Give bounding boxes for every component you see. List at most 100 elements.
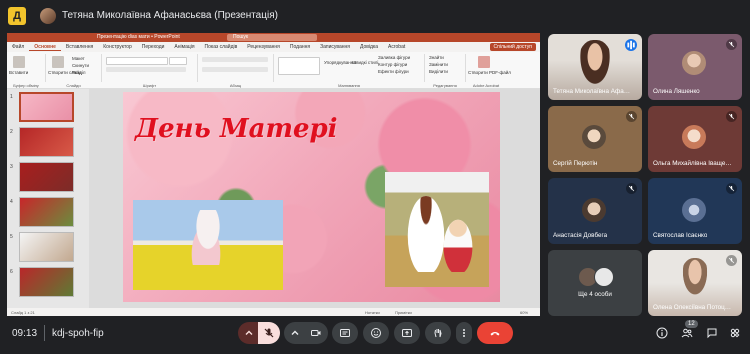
slide-thumbnail-5[interactable] xyxy=(19,232,74,262)
participant-tile[interactable]: Олена Олексіївна Потоцьк... xyxy=(648,250,742,316)
participant-tile[interactable]: Олина Ляшенко xyxy=(648,34,742,100)
slide-title: День Матері xyxy=(135,114,338,144)
tab-review[interactable]: Рецензування xyxy=(242,44,285,50)
emoji-icon xyxy=(371,328,381,338)
shape-fill-label[interactable]: Заливка фігури xyxy=(378,55,410,60)
meeting-info-button[interactable] xyxy=(655,326,669,340)
comments-button[interactable]: Примітки xyxy=(395,310,412,315)
tab-insert[interactable]: Вставлення xyxy=(61,44,98,50)
find-label[interactable]: Знайти xyxy=(429,55,444,60)
emoji-reactions-button[interactable] xyxy=(363,322,389,344)
shapes-gallery[interactable] xyxy=(278,57,320,75)
participant-avatar xyxy=(682,51,706,75)
shared-screen: Презентацію dias мати • PowerPoint Пошук… xyxy=(7,33,540,316)
participant-tile[interactable]: Ольга Михайлівна Іващен... xyxy=(648,106,742,172)
camera-icon xyxy=(311,330,321,336)
layout-label[interactable]: Макет xyxy=(72,56,85,61)
slide-thumbnail-1[interactable] xyxy=(19,92,74,122)
participant-avatar xyxy=(682,198,706,222)
slide-editing-canvas: День Матері xyxy=(89,89,540,308)
new-slide-icon[interactable] xyxy=(52,56,64,68)
participant-tile[interactable]: Тетяна Миколаївна Афана... xyxy=(548,34,642,100)
video-options-button[interactable] xyxy=(284,322,306,344)
participant-tile-more[interactable]: Ще 4 особи xyxy=(548,250,642,316)
participant-tile[interactable]: Святослав Ісаєнко xyxy=(648,178,742,244)
slide-thumbnail-6[interactable] xyxy=(19,267,74,297)
ribbon-group-label: Редагування xyxy=(433,83,457,88)
present-screen-button[interactable] xyxy=(394,322,420,344)
participant-video xyxy=(681,258,709,298)
notes-button[interactable]: Нотатки xyxy=(365,310,380,315)
activities-button[interactable] xyxy=(728,326,742,340)
meet-app-logo: Д xyxy=(8,7,26,25)
powerpoint-window-title: Презентацію dias мати • PowerPoint xyxy=(97,34,180,40)
current-slide[interactable]: День Матері xyxy=(123,92,500,302)
hand-icon xyxy=(434,329,442,338)
participant-name: Святослав Ісаєнко xyxy=(653,232,708,239)
tab-design[interactable]: Конструктор xyxy=(98,44,137,50)
tab-home[interactable]: Основне xyxy=(29,44,61,51)
camera-toggle-button[interactable] xyxy=(304,322,328,344)
tab-help[interactable]: Довідка xyxy=(355,44,383,50)
participant-tile[interactable]: Сергій Перютін xyxy=(548,106,642,172)
align-buttons[interactable] xyxy=(202,67,268,72)
font-format-buttons[interactable] xyxy=(106,67,186,72)
bottom-control-bar: 09:13 kdj-spoh-fip 12 xyxy=(0,316,750,354)
list-buttons[interactable] xyxy=(202,57,268,62)
ribbon-group-paragraph: Абзац xyxy=(198,54,274,88)
font-size-select[interactable] xyxy=(169,57,187,65)
current-time: 09:13 xyxy=(12,328,38,339)
reset-label[interactable]: Скинути xyxy=(72,63,89,68)
thumbnail-number: 6 xyxy=(10,269,13,275)
captions-button[interactable] xyxy=(332,322,358,344)
more-options-button[interactable] xyxy=(456,322,472,344)
select-label[interactable]: Виділити xyxy=(429,69,448,74)
mic-off-icon xyxy=(626,183,637,194)
participant-name: Ольга Михайлівна Іващен... xyxy=(653,160,733,167)
mic-off-icon xyxy=(726,183,737,194)
tab-transitions[interactable]: Переходи xyxy=(137,44,170,50)
powerpoint-search-box[interactable]: Пошук xyxy=(227,34,317,41)
ribbon-group-acrobat: Створити PDF-файл Adobe Acrobat xyxy=(466,54,511,88)
tab-recording[interactable]: Записування xyxy=(315,44,355,50)
tab-acrobat[interactable]: Acrobat xyxy=(383,44,410,50)
call-end-icon xyxy=(490,332,500,336)
slide-thumbnail-4[interactable] xyxy=(19,197,74,227)
slide-photo-mother-child-field xyxy=(133,200,283,290)
share-button[interactable]: Спільний доступ xyxy=(489,43,536,51)
section-label[interactable]: Розділ xyxy=(72,70,85,75)
quick-styles-label[interactable]: Швидкі стилі xyxy=(352,60,378,65)
search-placeholder: Пошук xyxy=(233,34,249,40)
microphone-toggle-button[interactable] xyxy=(258,322,280,344)
people-button[interactable] xyxy=(680,326,694,340)
present-icon xyxy=(402,329,412,337)
tab-animations[interactable]: Анімація xyxy=(169,44,199,50)
paste-icon[interactable] xyxy=(13,56,25,68)
thumbnail-number: 1 xyxy=(10,94,13,100)
chat-button[interactable] xyxy=(705,326,719,340)
powerpoint-title-bar: Презентацію dias мати • PowerPoint Пошук xyxy=(7,33,540,42)
participant-avatar xyxy=(682,125,706,149)
shape-effects-label[interactable]: Ефекти фігури xyxy=(378,69,409,74)
tab-file[interactable]: Файл xyxy=(7,44,29,50)
mic-off-icon xyxy=(264,328,274,338)
font-family-select[interactable] xyxy=(106,57,168,65)
audio-options-button[interactable] xyxy=(238,322,260,344)
tab-view[interactable]: Подання xyxy=(285,44,315,50)
participant-name: Сергій Перютін xyxy=(553,160,598,167)
tab-slide-show[interactable]: Показ слайдів xyxy=(200,44,243,50)
leave-call-button[interactable] xyxy=(477,322,513,344)
meeting-code: kdj-spoh-fip xyxy=(52,328,104,339)
participant-tile[interactable]: Анастасія Довбега xyxy=(548,178,642,244)
pdf-icon[interactable] xyxy=(478,56,490,68)
more-vert-icon xyxy=(463,329,465,337)
arrange-label[interactable]: Упорядкування xyxy=(324,60,356,65)
replace-label[interactable]: Замінити xyxy=(429,62,448,67)
slide-thumbnail-3[interactable] xyxy=(19,162,74,192)
shape-outline-label[interactable]: Контур фігури xyxy=(378,62,407,67)
zoom-level[interactable]: 60% xyxy=(520,310,528,315)
info-icon xyxy=(656,327,668,339)
ribbon-group-clipboard: Вставити Буфер обміну xyxy=(7,54,46,88)
slide-thumbnail-2[interactable] xyxy=(19,127,74,157)
raise-hand-button[interactable] xyxy=(425,322,451,344)
